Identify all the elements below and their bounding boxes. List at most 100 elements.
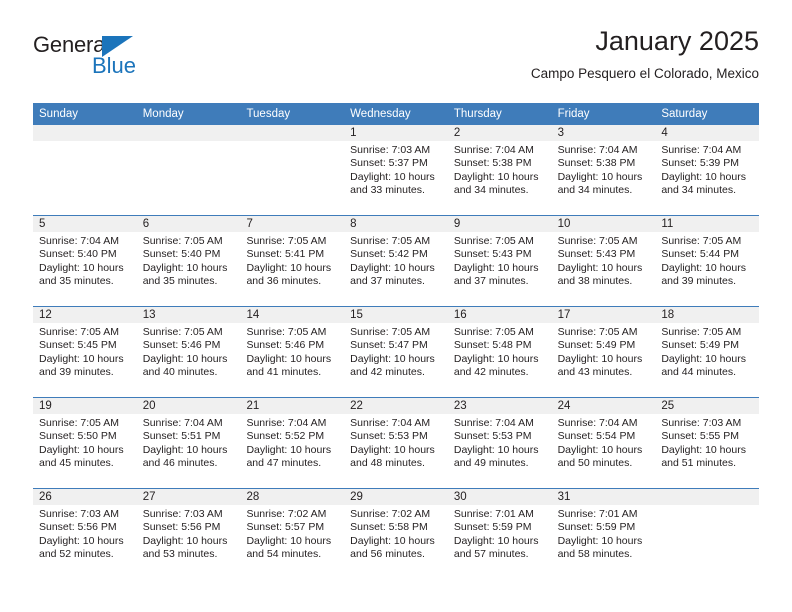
day-daylight-text: and 45 minutes. xyxy=(39,457,114,470)
day-number xyxy=(655,489,760,505)
page-header: General Blue January 2025 Campo Pesquero… xyxy=(33,24,759,96)
day-daylight-text: Daylight: 10 hours xyxy=(246,261,332,274)
title-block: January 2025 Campo Pesquero el Colorado,… xyxy=(531,24,759,84)
calendar-day-cell[interactable]: 31 Sunrise: 7:01 AM Sunset: 5:59 PM Dayligh… xyxy=(551,489,656,579)
calendar-day-cell[interactable]: 13 Sunrise: 7:05 AM Sunset: 5:46 PM Dayligh… xyxy=(136,307,241,397)
day-number: 8 xyxy=(344,216,448,232)
calendar-day-cell[interactable]: 24 Sunrise: 7:04 AM Sunset: 5:54 PM Dayligh… xyxy=(551,398,656,488)
day-number: 16 xyxy=(447,307,552,323)
day-details: Sunrise: 7:04 AM Sunset: 5:38 PM Daylight:… xyxy=(552,141,656,198)
day-sunrise-text: Sunrise: 7:04 AM xyxy=(246,417,327,429)
day-daylight-text: Daylight: 10 hours xyxy=(39,443,124,456)
day-daylight-text: Daylight: 10 hours xyxy=(453,261,539,274)
day-daylight-text: and 41 minutes. xyxy=(246,366,322,379)
calendar-day-cell[interactable]: 11 Sunrise: 7:05 AM Sunset: 5:44 PM Dayligh… xyxy=(655,216,760,306)
calendar-day-cell[interactable]: 30 Sunrise: 7:01 AM Sunset: 5:59 PM Dayligh… xyxy=(447,489,552,579)
calendar-day-cell[interactable]: 7 Sunrise: 7:05 AM Sunset: 5:41 PM Daylight… xyxy=(240,216,345,306)
day-daylight-text: Daylight: 10 hours xyxy=(246,352,332,365)
day-daylight-text: Daylight: 10 hours xyxy=(661,170,746,183)
day-sunset-text: Sunset: 5:51 PM xyxy=(142,430,221,443)
day-details: Sunrise: 7:03 AM Sunset: 5:55 PM Daylight:… xyxy=(655,414,759,471)
day-number: 11 xyxy=(655,216,760,232)
day-number: 31 xyxy=(551,489,656,505)
day-sunrise-text: Sunrise: 7:01 AM xyxy=(557,508,638,520)
day-details: Sunrise: 7:05 AM Sunset: 5:46 PM Daylight:… xyxy=(240,323,344,380)
day-sunset-text: Sunset: 5:59 PM xyxy=(453,521,532,534)
day-daylight-text: and 48 minutes. xyxy=(350,457,425,470)
calendar-day-cell[interactable]: 17 Sunrise: 7:05 AM Sunset: 5:49 PM Dayligh… xyxy=(551,307,656,397)
day-sunrise-text: Sunrise: 7:05 AM xyxy=(557,326,638,338)
day-daylight-text: Daylight: 10 hours xyxy=(142,534,228,547)
day-daylight-text: Daylight: 10 hours xyxy=(39,261,124,274)
calendar-cell-empty xyxy=(655,489,760,579)
calendar-day-cell[interactable]: 29 Sunrise: 7:02 AM Sunset: 5:58 PM Dayligh… xyxy=(344,489,448,579)
day-sunrise-text: Sunrise: 7:03 AM xyxy=(350,144,431,156)
day-details: Sunrise: 7:04 AM Sunset: 5:52 PM Daylight:… xyxy=(240,414,344,471)
day-number: 20 xyxy=(136,398,241,414)
day-details: Sunrise: 7:05 AM Sunset: 5:48 PM Daylight:… xyxy=(448,323,552,380)
day-sunset-text: Sunset: 5:53 PM xyxy=(350,430,428,443)
day-daylight-text: and 42 minutes. xyxy=(350,366,425,379)
calendar-day-cell[interactable]: 6 Sunrise: 7:05 AM Sunset: 5:40 PM Daylight… xyxy=(136,216,241,306)
day-sunrise-text: Sunrise: 7:05 AM xyxy=(661,326,742,338)
calendar-day-cell[interactable]: 22 Sunrise: 7:04 AM Sunset: 5:53 PM Dayligh… xyxy=(344,398,448,488)
day-details: Sunrise: 7:05 AM Sunset: 5:44 PM Daylight:… xyxy=(655,232,759,289)
day-number: 15 xyxy=(344,307,448,323)
day-sunrise-text: Sunrise: 7:04 AM xyxy=(142,417,223,429)
calendar-day-cell[interactable]: 14 Sunrise: 7:05 AM Sunset: 5:46 PM Dayligh… xyxy=(240,307,345,397)
calendar-day-cell[interactable]: 18 Sunrise: 7:05 AM Sunset: 5:49 PM Dayligh… xyxy=(655,307,760,397)
day-number: 5 xyxy=(33,216,137,232)
calendar-day-cell[interactable]: 19 Sunrise: 7:05 AM Sunset: 5:50 PM Dayligh… xyxy=(33,398,137,488)
day-number: 30 xyxy=(447,489,552,505)
calendar-day-cell[interactable]: 15 Sunrise: 7:05 AM Sunset: 5:47 PM Dayligh… xyxy=(344,307,448,397)
calendar-day-cell[interactable]: 8 Sunrise: 7:05 AM Sunset: 5:42 PM Daylight… xyxy=(344,216,448,306)
calendar-page: General Blue January 2025 Campo Pesquero… xyxy=(0,0,792,612)
calendar-day-cell[interactable]: 12 Sunrise: 7:05 AM Sunset: 5:45 PM Dayligh… xyxy=(33,307,137,397)
day-daylight-text: and 42 minutes. xyxy=(453,366,529,379)
calendar-day-cell[interactable]: 28 Sunrise: 7:02 AM Sunset: 5:57 PM Dayligh… xyxy=(240,489,345,579)
calendar-day-cell[interactable]: 16 Sunrise: 7:05 AM Sunset: 5:48 PM Dayligh… xyxy=(447,307,552,397)
day-sunrise-text: Sunrise: 7:05 AM xyxy=(39,417,119,429)
day-sunrise-text: Sunrise: 7:04 AM xyxy=(557,144,638,156)
calendar-day-cell[interactable]: 1 Sunrise: 7:03 AM Sunset: 5:37 PM Daylight… xyxy=(344,125,448,215)
calendar-day-cell[interactable]: 5 Sunrise: 7:04 AM Sunset: 5:40 PM Daylight… xyxy=(33,216,137,306)
page-subtitle: Campo Pesquero el Colorado, Mexico xyxy=(530,66,759,81)
day-sunrise-text: Sunrise: 7:05 AM xyxy=(142,235,223,247)
calendar-cell-empty xyxy=(136,125,241,215)
day-sunrise-text: Sunrise: 7:02 AM xyxy=(246,508,327,520)
calendar-day-cell[interactable]: 27 Sunrise: 7:03 AM Sunset: 5:56 PM Dayligh… xyxy=(136,489,241,579)
day-number: 19 xyxy=(33,398,137,414)
calendar-day-cell[interactable]: 10 Sunrise: 7:05 AM Sunset: 5:43 PM Dayligh… xyxy=(551,216,656,306)
day-sunrise-text: Sunrise: 7:05 AM xyxy=(39,326,119,338)
day-sunset-text: Sunset: 5:49 PM xyxy=(661,339,739,352)
day-sunset-text: Sunset: 5:46 PM xyxy=(246,339,325,352)
calendar-day-cell[interactable]: 2 Sunrise: 7:04 AM Sunset: 5:38 PM Daylight… xyxy=(447,125,552,215)
day-sunrise-text: Sunrise: 7:05 AM xyxy=(453,326,534,338)
day-sunset-text: Sunset: 5:38 PM xyxy=(557,157,636,170)
general-blue-logo[interactable]: General Blue xyxy=(33,32,253,84)
day-sunrise-text: Sunrise: 7:04 AM xyxy=(453,417,534,429)
calendar-day-cell[interactable]: 23 Sunrise: 7:04 AM Sunset: 5:53 PM Dayligh… xyxy=(447,398,552,488)
weekday-header-friday: Friday xyxy=(557,108,590,120)
calendar-day-cell[interactable]: 20 Sunrise: 7:04 AM Sunset: 5:51 PM Dayligh… xyxy=(136,398,241,488)
calendar-day-cell[interactable]: 4 Sunrise: 7:04 AM Sunset: 5:39 PM Daylight… xyxy=(655,125,760,215)
day-sunset-text: Sunset: 5:47 PM xyxy=(350,339,428,352)
calendar-day-cell[interactable]: 25 Sunrise: 7:03 AM Sunset: 5:55 PM Dayligh… xyxy=(655,398,760,488)
day-sunrise-text: Sunrise: 7:02 AM xyxy=(350,508,431,520)
page-title: January 2025 xyxy=(595,26,759,56)
day-sunrise-text: Sunrise: 7:05 AM xyxy=(661,235,742,247)
calendar-day-cell[interactable]: 21 Sunrise: 7:04 AM Sunset: 5:52 PM Dayligh… xyxy=(240,398,345,488)
calendar-day-cell[interactable]: 3 Sunrise: 7:04 AM Sunset: 5:38 PM Daylight… xyxy=(551,125,656,215)
day-sunrise-text: Sunrise: 7:03 AM xyxy=(661,417,742,429)
day-daylight-text: and 37 minutes. xyxy=(350,275,425,288)
day-daylight-text: and 46 minutes. xyxy=(142,457,218,470)
day-daylight-text: and 56 minutes. xyxy=(350,548,425,561)
day-sunset-text: Sunset: 5:53 PM xyxy=(453,430,532,443)
calendar-day-cell[interactable]: 26 Sunrise: 7:03 AM Sunset: 5:56 PM Dayligh… xyxy=(33,489,137,579)
day-details: Sunrise: 7:02 AM Sunset: 5:57 PM Daylight:… xyxy=(240,505,344,562)
day-sunset-text: Sunset: 5:37 PM xyxy=(350,157,428,170)
day-number xyxy=(240,125,345,141)
day-details: Sunrise: 7:03 AM Sunset: 5:37 PM Daylight:… xyxy=(344,141,448,198)
day-daylight-text: Daylight: 10 hours xyxy=(142,261,228,274)
calendar-day-cell[interactable]: 9 Sunrise: 7:05 AM Sunset: 5:43 PM Daylight… xyxy=(447,216,552,306)
